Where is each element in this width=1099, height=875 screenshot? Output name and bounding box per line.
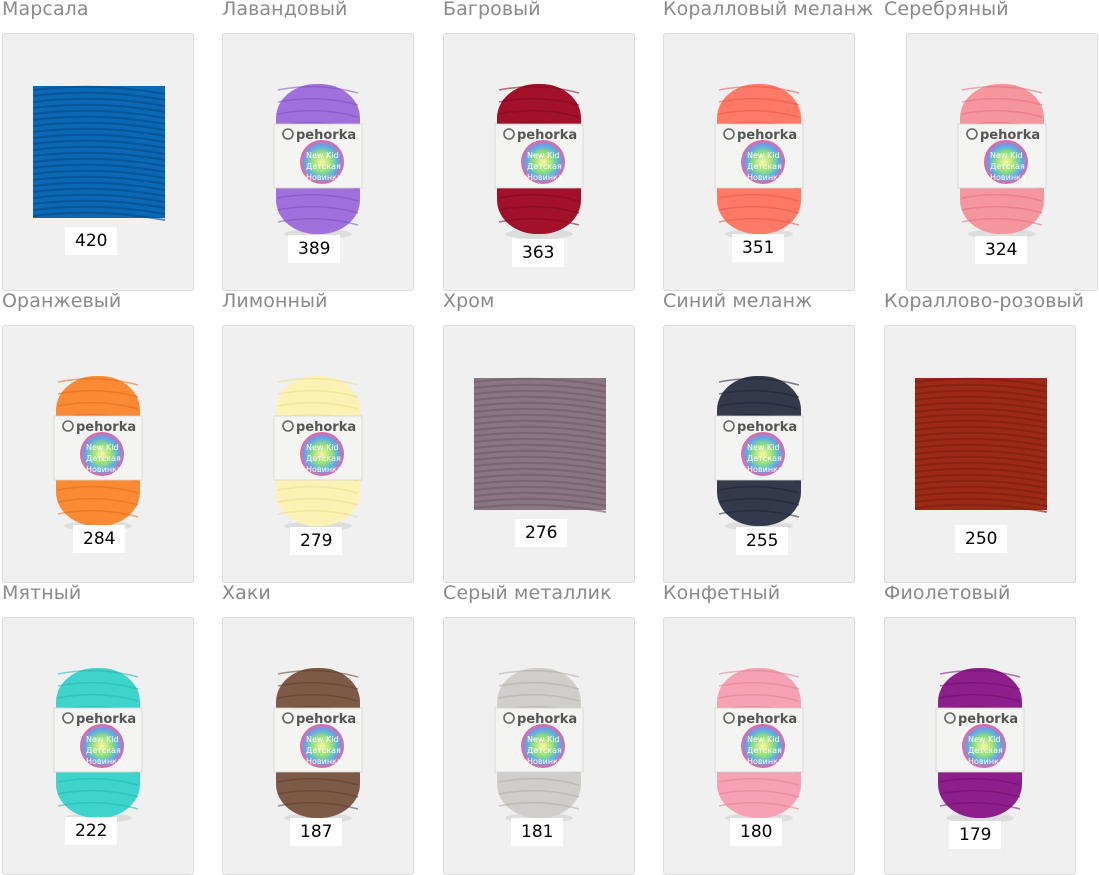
svg-text:Новинка: Новинка xyxy=(990,173,1026,182)
svg-text:New Kid: New Kid xyxy=(306,151,339,160)
color-name: Серебряный xyxy=(884,0,1009,20)
svg-text:pehorka: pehorka xyxy=(296,712,356,727)
color-code: 222 xyxy=(65,817,118,845)
color-code: 179 xyxy=(949,821,1002,849)
svg-text:pehorka: pehorka xyxy=(517,128,577,143)
color-code: 420 xyxy=(65,227,118,255)
color-code: 187 xyxy=(290,818,343,846)
svg-text:pehorka: pehorka xyxy=(517,712,577,727)
svg-text:Детская: Детская xyxy=(306,746,341,755)
svg-text:pehorka: pehorka xyxy=(737,420,797,435)
svg-text:pehorka: pehorka xyxy=(296,420,356,435)
svg-text:pehorka: pehorka xyxy=(958,712,1018,727)
svg-text:pehorka: pehorka xyxy=(76,420,136,435)
color-name: Оранжевый xyxy=(2,290,122,312)
svg-text:Новинка: Новинка xyxy=(86,757,122,766)
svg-text:Новинка: Новинка xyxy=(747,173,783,182)
color-name: Хром xyxy=(443,290,495,312)
svg-text:Новинка: Новинка xyxy=(306,173,342,182)
svg-text:Детская: Детская xyxy=(306,454,341,463)
svg-text:Детская: Детская xyxy=(990,162,1025,171)
svg-text:New Kid: New Kid xyxy=(86,735,119,744)
color-code: 255 xyxy=(736,527,789,555)
svg-text:New Kid: New Kid xyxy=(990,151,1023,160)
color-code: 276 xyxy=(515,519,568,547)
color-name: Конфетный xyxy=(663,582,781,604)
svg-text:Новинка: Новинка xyxy=(306,757,342,766)
svg-text:Детская: Детская xyxy=(747,746,782,755)
color-code: 250 xyxy=(955,525,1008,553)
svg-text:New Kid: New Kid xyxy=(968,735,1001,744)
svg-text:pehorka: pehorka xyxy=(296,128,356,143)
svg-text:New Kid: New Kid xyxy=(527,151,560,160)
svg-text:New Kid: New Kid xyxy=(747,151,780,160)
svg-text:Детская: Детская xyxy=(747,162,782,171)
color-name: Лимонный xyxy=(222,290,328,312)
svg-text:Новинка: Новинка xyxy=(747,757,783,766)
svg-text:Детская: Детская xyxy=(86,746,121,755)
color-code: 279 xyxy=(290,527,343,555)
color-name: Коралловый меланж xyxy=(663,0,874,20)
color-name: Хаки xyxy=(222,582,271,604)
color-name: Мятный xyxy=(2,582,82,604)
color-name: Марсала xyxy=(2,0,89,20)
svg-text:pehorka: pehorka xyxy=(980,128,1040,143)
svg-text:Детская: Детская xyxy=(527,746,562,755)
svg-text:pehorka: pehorka xyxy=(737,128,797,143)
color-code: 363 xyxy=(512,239,565,267)
color-name: Фиолетовый xyxy=(884,582,1011,604)
svg-text:Новинка: Новинка xyxy=(968,757,1004,766)
color-name: Синий меланж xyxy=(663,290,813,312)
svg-text:Новинка: Новинка xyxy=(527,173,563,182)
color-name: Серый металлик xyxy=(443,582,612,604)
color-code: 324 xyxy=(975,236,1028,264)
svg-text:Новинка: Новинка xyxy=(527,757,563,766)
svg-text:Детская: Детская xyxy=(747,454,782,463)
svg-text:Детская: Детская xyxy=(968,746,1003,755)
svg-text:Детская: Детская xyxy=(527,162,562,171)
svg-text:pehorka: pehorka xyxy=(737,712,797,727)
svg-text:New Kid: New Kid xyxy=(747,443,780,452)
svg-text:New Kid: New Kid xyxy=(86,443,119,452)
color-name: Кораллово-розовый xyxy=(884,290,1085,312)
svg-text:New Kid: New Kid xyxy=(306,735,339,744)
color-code: 284 xyxy=(73,525,126,553)
svg-text:pehorka: pehorka xyxy=(76,712,136,727)
color-code: 351 xyxy=(732,234,785,262)
color-name: Лавандовый xyxy=(222,0,348,20)
svg-text:Детская: Детская xyxy=(306,162,341,171)
svg-text:Новинка: Новинка xyxy=(86,465,122,474)
svg-text:Детская: Детская xyxy=(86,454,121,463)
color-code: 181 xyxy=(511,818,564,846)
svg-text:New Kid: New Kid xyxy=(527,735,560,744)
svg-text:Новинка: Новинка xyxy=(306,465,342,474)
color-name: Багровый xyxy=(443,0,541,20)
color-code: 180 xyxy=(730,818,783,846)
svg-text:New Kid: New Kid xyxy=(747,735,780,744)
color-code: 389 xyxy=(288,235,341,263)
svg-text:New Kid: New Kid xyxy=(306,443,339,452)
svg-text:Новинка: Новинка xyxy=(747,465,783,474)
